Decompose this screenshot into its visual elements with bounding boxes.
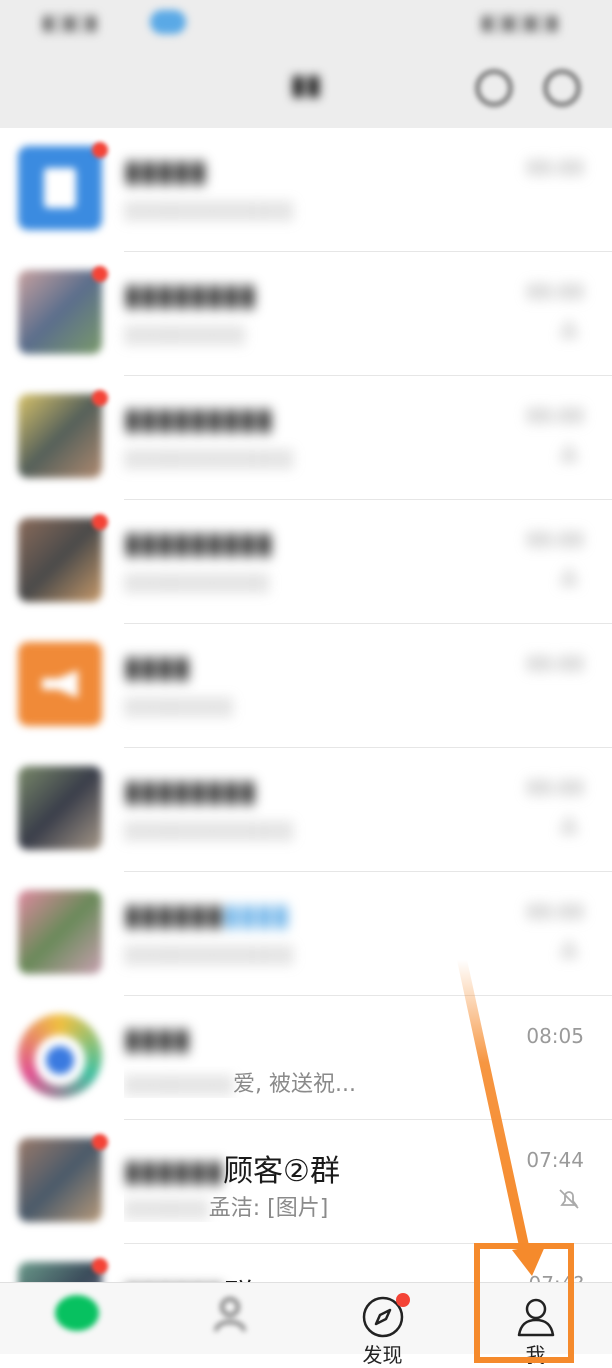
group-collage-avatar	[18, 1262, 102, 1282]
status-badge	[150, 10, 186, 34]
chat-preview-text: 爱, 被送祝...	[232, 1072, 356, 1097]
chat-name: ▮▮▮▮▮▮▮▮▮	[124, 526, 273, 561]
group-collage-avatar	[18, 766, 102, 850]
group-collage-avatar	[18, 270, 102, 354]
chat-preview: ▯▯▯▯▯▯▯▯▯▯▯▯▯▯	[124, 198, 294, 223]
chat-name: ▮▮▮▮▮▮▮▮▮▮	[124, 898, 290, 933]
mute-icon	[559, 1189, 579, 1209]
search-icon[interactable]	[476, 70, 512, 106]
chat-time: 00:00	[526, 404, 584, 428]
circle-logo-avatar	[18, 1014, 102, 1098]
chat-preview: ▯▯▯▯▯▯▯▯▯▯▯▯	[124, 570, 270, 595]
chat-item[interactable]: ▮▮▮▮▮▮▮▮▮ ▯▯▯▯▯▯▯▯▯▯▯▯▯▯ 00:00	[0, 376, 612, 500]
chat-name: ▮▮▮▮▮▮▮▮	[124, 774, 257, 809]
mute-icon	[560, 570, 578, 585]
chat-list[interactable]: ▮▮▮▮▮ ▯▯▯▯▯▯▯▯▯▯▯▯▯▯ 00:00 ▮▮▮▮▮▮▮▮ ▯▯▯▯…	[0, 128, 612, 1282]
chat-item[interactable]: ▮▮▮▮▮ ▯▯▯▯▯▯▯▯▯▯▯▯▯▯ 00:00	[0, 128, 612, 252]
chat-preview: ▯▯▯▯▯▯▯▯▯▯▯▯▯▯	[124, 818, 294, 843]
unread-dot	[92, 514, 108, 530]
chat-item[interactable]: ▮▮▮▮ ▯▯▯▯▯▯▯▯▯ 00:00	[0, 624, 612, 748]
chat-name: ▮▮▮▮▮▮▮▮	[124, 278, 257, 313]
chat-time: 00:00	[526, 776, 584, 800]
unread-dot	[92, 390, 108, 406]
chat-time: 08:05	[526, 1024, 584, 1048]
chat-preview-text: 孟洁: [图片]	[208, 1196, 329, 1221]
page-title: ▮▮	[290, 68, 322, 101]
unread-dot	[92, 266, 108, 282]
chat-time: 00:00	[526, 280, 584, 304]
mute-icon	[560, 322, 578, 337]
tab-discover[interactable]: 发现	[306, 1283, 459, 1367]
unread-dot	[92, 1134, 108, 1150]
chat-icon	[54, 1295, 99, 1331]
service-icon	[18, 146, 102, 230]
chat-name: ▮▮▮▮▮▮▮▮▮	[124, 402, 273, 437]
chat-preview: ▯▯▯▯▯▯▯▯▯	[124, 694, 233, 719]
chat-time: 00:00	[526, 900, 584, 924]
chat-item[interactable]: ▮▮▮▮▮▮▮▮ ▯▯▯▯▯▯▯▯▯▯▯▯▯▯ 00:00	[0, 748, 612, 872]
add-icon[interactable]	[544, 70, 580, 106]
mute-icon	[560, 818, 578, 833]
chat-name: ▮▮▮▮	[124, 1022, 191, 1057]
chat-item[interactable]: ▮▮▮▮▮▮▮▮ ▯▯▯▯▯▯▯▯▯▯ 00:00	[0, 252, 612, 376]
chat-time: 00:00	[526, 652, 584, 676]
chat-name: ▮▮▮▮▮	[124, 154, 207, 189]
chat-name: ▮▮▮▮	[124, 650, 191, 685]
mute-icon	[560, 446, 578, 461]
status-bar: ▮▯▮▯▮ ▮▯▮▯▮▯▮	[0, 0, 612, 48]
chat-item[interactable]: ▮▮▮▮▮▮▮▮▮▮ ▯▯▯▯▯▯▯▯▯▯▯▯▯▯ 00:00	[0, 872, 612, 996]
megaphone-icon	[18, 642, 102, 726]
chat-time: 00:00	[526, 528, 584, 552]
chat-time: 00:00	[526, 156, 584, 180]
chat-name: ▮▮▮▮▮▮顾客②群	[124, 1154, 340, 1189]
tab-discover-label: 发现	[362, 1343, 403, 1367]
chat-item[interactable]: ▮▮▮▮ ▯▯▯▯▯▯▯▯▯爱, 被送祝... 08:05	[0, 996, 612, 1120]
chat-item[interactable]: ▮▮▮▮▮▮▮▮▮ ▯▯▯▯▯▯▯▯▯▯▯▯ 00:00	[0, 500, 612, 624]
nav-bar: ▮▮	[0, 48, 612, 128]
chat-time: 07:44	[526, 1148, 584, 1172]
chat-preview: ▯▯▯▯▯▯▯▯▯▯▯▯▯▯	[124, 942, 294, 967]
chat-preview: ▯▯▯▯▯▯▯▯▯爱, 被送祝...	[124, 1072, 356, 1097]
group-collage-avatar	[18, 890, 102, 974]
chat-preview: ▯▯▯▯▯▯▯孟洁: [图片]	[124, 1196, 329, 1221]
chat-item[interactable]: ▮▮▮▮▮▮顾客②群 ▯▯▯▯▯▯▯孟洁: [图片] 07:44	[0, 1120, 612, 1244]
unread-dot	[92, 142, 108, 158]
mute-icon	[560, 942, 578, 957]
chat-preview: ▯▯▯▯▯▯▯▯▯▯▯▯▯▯	[124, 446, 294, 471]
discover-badge-dot	[396, 1293, 410, 1307]
unread-dot	[92, 1258, 108, 1274]
chat-name-text: 顾客②群	[223, 1154, 340, 1189]
group-collage-avatar	[18, 1138, 102, 1222]
tab-contacts[interactable]	[153, 1283, 306, 1354]
contacts-icon	[212, 1295, 248, 1335]
group-collage-avatar	[18, 518, 102, 602]
status-carrier: ▮▯▮▯▮	[42, 10, 98, 34]
highlight-box	[474, 1243, 574, 1363]
chat-preview: ▯▯▯▯▯▯▯▯▯▯	[124, 322, 246, 347]
tab-chats[interactable]	[0, 1283, 153, 1354]
status-battery: ▮▯▮▯▮▯▮	[480, 10, 558, 34]
group-collage-avatar	[18, 394, 102, 478]
chat-name: ▮▮▮▮▮▮群	[124, 1270, 253, 1282]
